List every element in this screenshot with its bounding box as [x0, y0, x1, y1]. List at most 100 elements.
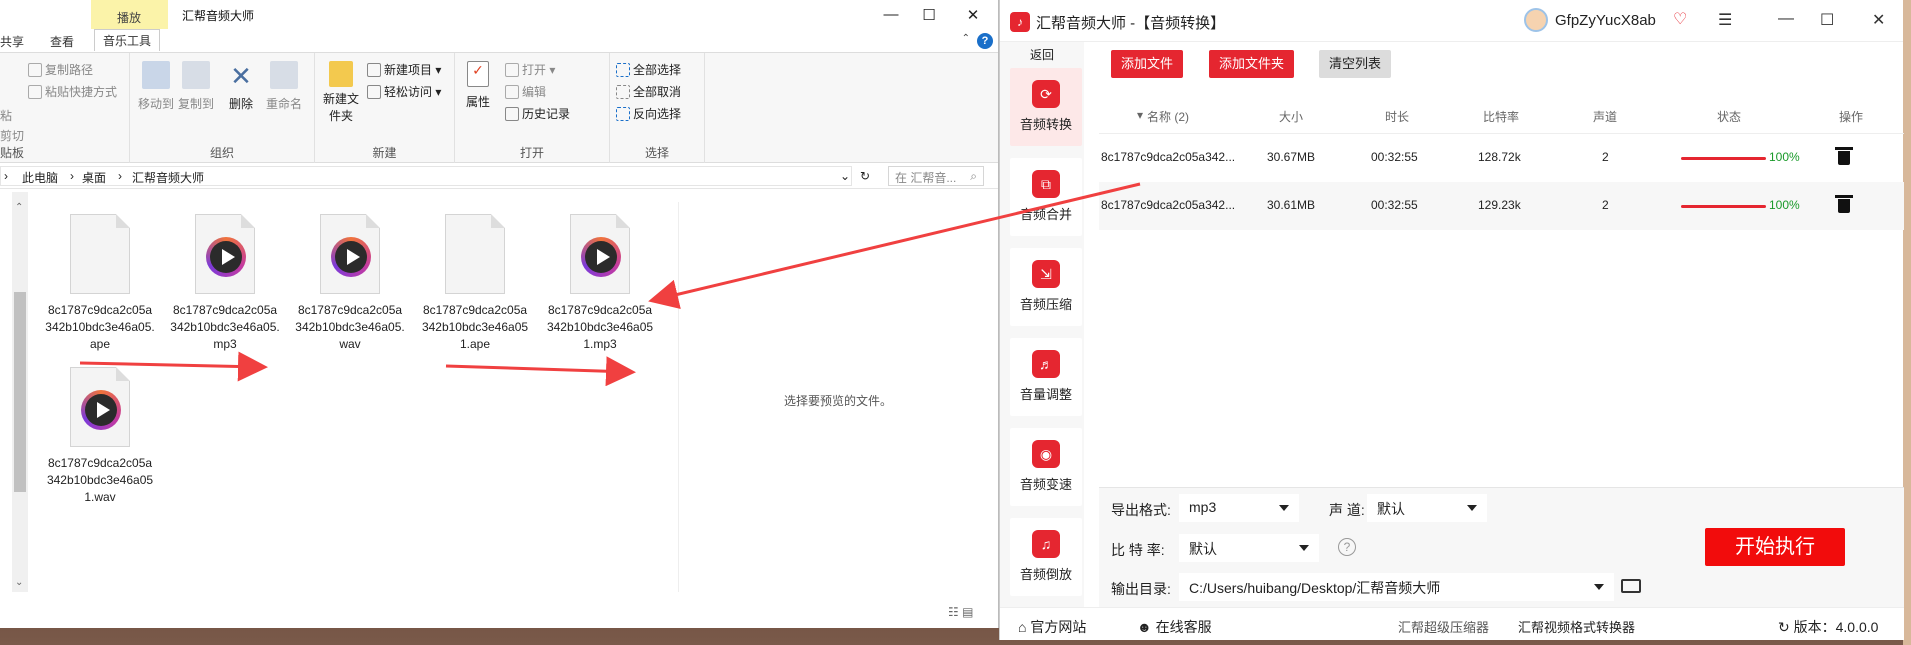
start-button[interactable]: 开始执行	[1705, 528, 1845, 566]
copy-path-button[interactable]: 复制路径	[28, 61, 93, 78]
back-button[interactable]: 返回	[1000, 46, 1084, 63]
collapse-ribbon-icon[interactable]: ⌃	[962, 33, 970, 44]
sidebar-item-audio-reverse[interactable]: ♫ 音频倒放	[1010, 518, 1082, 596]
maximize-button[interactable]: ☐	[1820, 10, 1834, 30]
copy-to-icon	[182, 61, 210, 89]
format-select[interactable]: mp3	[1179, 494, 1299, 522]
ribbon: 复制路径 粘贴快捷方式 粘 剪切 贴板 移动到 复制到 ✕ 删除 重命名 组织 新…	[0, 53, 998, 163]
file-item[interactable]: 8c1787c9dca2c05a342b10bdc3e46a051.mp3	[545, 214, 655, 353]
vip-heart-icon[interactable]: ♡	[1673, 9, 1687, 29]
user-name[interactable]: GfpZyYucX8ab	[1555, 12, 1656, 29]
tab-share[interactable]: 共享	[0, 33, 24, 50]
open-folder-icon[interactable]	[1621, 579, 1641, 593]
easy-access-button[interactable]: 轻松访问 ▾	[367, 83, 441, 100]
table-row[interactable]: 8c1787c9dca2c05a342... 30.67MB 00:32:55 …	[1099, 134, 1904, 182]
preview-pane-text: 选择要预览的文件。	[784, 394, 893, 408]
close-button[interactable]: ✕	[1872, 10, 1885, 30]
support-link[interactable]: ☻ 在线客服	[1137, 617, 1212, 637]
file-item[interactable]: 8c1787c9dca2c05a342b10bdc3e46a05.mp3	[170, 214, 280, 353]
cell-bitrate: 129.23k	[1478, 198, 1521, 212]
preview-pane-divider[interactable]	[678, 202, 679, 592]
search-input[interactable]: 在 汇帮音... ⌕	[888, 166, 984, 186]
file-item[interactable]: 8c1787c9dca2c05a342b10bdc3e46a05.wav	[295, 214, 405, 353]
help-icon[interactable]: ?	[1338, 538, 1356, 556]
format-label: 导出格式:	[1111, 502, 1171, 518]
minimize-button[interactable]: —	[1778, 10, 1794, 28]
table-row[interactable]: 8c1787c9dca2c05a342... 30.61MB 00:32:55 …	[1099, 182, 1904, 230]
sidebar-item-label: 音频变速	[1019, 477, 1072, 492]
scrollbar-thumb[interactable]	[14, 292, 26, 492]
column-status: 状态	[1717, 110, 1742, 124]
breadcrumb-desktop[interactable]: 桌面	[82, 169, 106, 186]
scroll-down-icon[interactable]: ⌄	[15, 577, 23, 588]
sidebar-item-audio-compress[interactable]: ⇲ 音频压缩	[1010, 248, 1082, 326]
cell-duration: 00:32:55	[1371, 150, 1418, 164]
video-converter-link[interactable]: 汇帮视频格式转换器	[1518, 617, 1635, 636]
audio-converter-window: ♪ 汇帮音频大师 -【音频转换】 GfpZyYucX8ab ♡ ☰ — ☐ ✕ …	[999, 0, 1904, 640]
menu-icon[interactable]: ☰	[1718, 10, 1732, 30]
sidebar-item-volume-adjust[interactable]: ♬ 音量调整	[1010, 338, 1082, 416]
new-folder-button[interactable]: 新建文件夹	[323, 61, 359, 125]
edit-button[interactable]: 编辑	[505, 83, 546, 100]
open-button[interactable]: 打开 ▾	[505, 61, 555, 78]
progress-text: 100%	[1769, 198, 1800, 212]
delete-trash-icon[interactable]	[1835, 147, 1853, 165]
rename-button[interactable]: 重命名	[264, 61, 304, 112]
compressor-link[interactable]: 汇帮超级压缩器	[1398, 617, 1489, 636]
move-to-button[interactable]: 移动到	[136, 61, 176, 112]
file-item[interactable]: 8c1787c9dca2c05a342b10bdc3e46a05.ape	[45, 214, 155, 353]
ribbon-group-new: 新建文件夹 新建项目 ▾ 轻松访问 ▾ 新建	[315, 53, 455, 163]
properties-icon: ✓	[467, 61, 489, 87]
sidebar-item-audio-merge[interactable]: ⧉ 音频合并	[1010, 158, 1082, 236]
column-duration: 时长	[1385, 110, 1410, 124]
column-actions: 操作	[1839, 110, 1864, 124]
user-avatar[interactable]	[1524, 8, 1548, 32]
website-link[interactable]: ⌂ 官方网站	[1018, 617, 1086, 637]
channel-select[interactable]: 默认	[1367, 494, 1487, 522]
delete-trash-icon[interactable]	[1835, 195, 1853, 213]
address-dropdown-icon[interactable]: ⌄	[840, 169, 850, 183]
generic-file-icon	[445, 214, 505, 294]
bitrate-select[interactable]: 默认	[1179, 534, 1319, 562]
file-name: 8c1787c9dca2c05a342b10bdc3e46a05.ape	[45, 303, 155, 351]
sidebar-item-audio-convert[interactable]: ⟳ 音频转换	[1010, 68, 1082, 146]
help-icon[interactable]: ?	[977, 33, 993, 49]
history-button[interactable]: 历史记录	[505, 105, 570, 122]
breadcrumb-separator-icon: ›	[4, 169, 8, 183]
tab-view[interactable]: 查看	[50, 33, 74, 50]
clear-list-button[interactable]: 清空列表	[1319, 50, 1392, 78]
new-item-button[interactable]: 新建项目 ▾	[367, 61, 441, 78]
column-name[interactable]: 名称 (2)	[1147, 108, 1189, 125]
paste-shortcut-button[interactable]: 粘贴快捷方式	[28, 83, 117, 100]
select-all-button[interactable]: 全部选择	[616, 61, 681, 78]
properties-button[interactable]: ✓ 属性	[463, 61, 493, 110]
cut-button[interactable]: 剪切	[0, 127, 24, 144]
delete-button[interactable]: ✕ 删除	[226, 61, 256, 112]
context-tab-play[interactable]: 播放	[117, 9, 141, 26]
sort-icon[interactable]: ▾	[1137, 108, 1143, 122]
output-dir-select[interactable]: C:/Users/huibang/Desktop/汇帮音频大师	[1179, 573, 1614, 601]
close-button[interactable]: ✕	[950, 0, 996, 29]
progress-bar	[1681, 205, 1766, 208]
maximize-button[interactable]: ☐	[906, 0, 952, 29]
scroll-up-icon[interactable]: ⌃	[15, 202, 23, 213]
refresh-icon: ↻	[1778, 619, 1790, 635]
details-view-icon[interactable]: ☷ ▤	[948, 605, 973, 619]
invert-selection-button[interactable]: 反向选择	[616, 105, 681, 122]
file-item[interactable]: 8c1787c9dca2c05a342b10bdc3e46a051.wav	[45, 367, 155, 506]
add-folder-button[interactable]: 添加文件夹	[1209, 50, 1295, 78]
microphone-icon: ◉	[1032, 440, 1060, 468]
sidebar-item-audio-speed[interactable]: ◉ 音频变速	[1010, 428, 1082, 506]
breadcrumb-this-pc[interactable]: 此电脑	[22, 169, 58, 186]
select-none-button[interactable]: 全部取消	[616, 83, 681, 100]
copy-to-button[interactable]: 复制到	[176, 61, 216, 112]
tab-music-tools[interactable]: 音乐工具	[94, 29, 161, 51]
progress-bar	[1681, 157, 1766, 160]
breadcrumb-current-folder[interactable]: 汇帮音频大师	[132, 169, 204, 186]
paste-button[interactable]: 粘	[0, 107, 12, 124]
file-item[interactable]: 8c1787c9dca2c05a342b10bdc3e46a051.ape	[420, 214, 530, 353]
add-file-button[interactable]: 添加文件	[1111, 50, 1184, 78]
refresh-icon[interactable]: ↻	[860, 169, 870, 183]
column-bitrate: 比特率	[1483, 110, 1520, 124]
address-input[interactable]	[0, 166, 852, 186]
